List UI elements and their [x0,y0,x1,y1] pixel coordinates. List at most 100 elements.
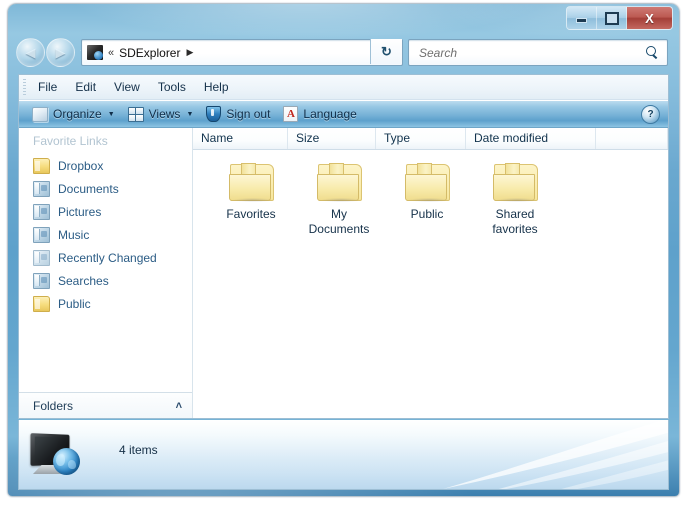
views-label: Views [148,107,181,121]
column-header-size[interactable]: Size [288,128,376,149]
refresh-button[interactable]: ↻ [370,39,402,64]
favorite-links-pane: Favorite Links Dropbox Documents Picture… [19,128,193,418]
sidebar-item-public[interactable]: Public [19,292,192,315]
chevron-down-icon: ▼ [107,110,115,118]
status-bar: 4 items [18,420,669,490]
breadcrumb-chevron-right-icon[interactable]: ▶ [186,47,193,58]
sidebar-item-recently-changed[interactable]: Recently Changed [19,246,192,269]
menu-item-tools[interactable]: Tools [149,78,195,96]
list-item-label: My Documents [308,207,370,236]
item-count-label: 4 items [119,443,158,457]
maximize-icon [604,11,619,25]
breadcrumb-overflow-icon[interactable]: « [108,47,114,59]
list-item[interactable]: Shared favorites [471,162,559,418]
sidebar-item-label: Searches [58,273,109,288]
computer-network-icon [29,432,81,480]
close-icon: X [645,10,654,26]
close-button[interactable]: X [627,7,672,29]
list-item[interactable]: My Documents [295,162,383,418]
refresh-icon: ↻ [381,44,392,59]
sidebar-item-music[interactable]: Music [19,223,192,246]
forward-button[interactable]: ▶ [46,38,75,67]
folder-icon [227,162,275,202]
folder-icon [403,162,451,202]
explorer-window: X ◀ ▶ ▼ « SDExplorer ▶ ▼ ↻ [8,4,679,496]
list-item-label: Public [410,207,444,221]
search-input[interactable] [417,44,631,61]
column-headers: Name Size Type Date modified [193,128,668,150]
sidebar-item-label: Music [58,227,90,242]
status-bar-swoosh-decoration [443,420,668,489]
menu-item-view[interactable]: View [105,78,149,96]
sign-out-label: Sign out [226,107,271,121]
menu-item-help[interactable]: Help [195,78,238,96]
question-mark-icon: ? [647,109,654,120]
command-toolbar: Organize ▼ Views ▼ Sign out A Language ? [19,100,668,128]
body-split: Favorite Links Dropbox Documents Picture… [19,128,668,418]
sidebar-item-documents[interactable]: Documents [19,177,192,200]
menu-item-file[interactable]: File [29,78,66,96]
folder-icon [491,162,539,202]
back-arrow-icon: ◀ [25,45,36,60]
sidebar-item-pictures[interactable]: Pictures [19,200,192,223]
menu-grip-handle[interactable] [23,79,26,95]
music-icon [33,226,50,243]
views-icon [127,106,144,122]
window-caption-buttons: X [566,6,673,30]
sign-out-button[interactable]: Sign out [201,104,275,125]
folders-label: Folders [33,399,74,413]
list-item-label: Favorites [226,207,276,221]
organize-button[interactable]: Organize ▼ [27,104,120,125]
column-header-name[interactable]: Name [193,128,288,149]
forward-arrow-icon: ▶ [55,45,66,60]
sidebar-item-label: Recently Changed [58,250,157,265]
list-item[interactable]: Favorites [207,162,295,418]
sidebar-item-label: Pictures [58,204,102,219]
menu-bar: File Edit View Tools Help [19,75,668,100]
language-label: Language [303,107,357,121]
nav-buttons-group: ◀ ▶ ▼ [16,38,86,67]
chevron-up-icon: ˄ [175,400,182,412]
computer-icon [87,45,103,60]
back-button[interactable]: ◀ [16,38,45,67]
list-item-label: Shared favorites [492,207,538,236]
sidebar-item-label: Public [58,296,91,311]
language-button[interactable]: A Language [278,104,361,125]
menu-item-edit[interactable]: Edit [66,78,105,96]
navigation-row: ◀ ▶ ▼ « SDExplorer ▶ ▼ ↻ [8,32,679,72]
sidebar-item-label: Dropbox [58,158,104,173]
chevron-down-icon: ▼ [186,110,194,118]
public-folder-icon [33,295,50,312]
pictures-icon [33,203,50,220]
sidebar-item-searches[interactable]: Searches [19,269,192,292]
searches-icon [33,272,50,289]
column-header-type[interactable]: Type [376,128,466,149]
list-item[interactable]: Public [383,162,471,418]
organize-label: Organize [53,107,102,121]
client-area: File Edit View Tools Help Organize ▼ Vie… [18,74,669,419]
sidebar-item-dropbox[interactable]: Dropbox [19,154,192,177]
help-button[interactable]: ? [641,105,660,124]
minimize-icon [576,18,587,23]
search-box[interactable] [408,39,668,66]
maximize-button[interactable] [597,7,627,29]
organize-icon [32,106,48,122]
breadcrumb-sdexplorer[interactable]: SDExplorer [119,46,180,60]
folder-icon-grid: Favorites My Documents Public Shared fav… [193,150,668,418]
folder-icon [33,157,50,174]
shield-icon [206,106,222,122]
language-icon: A [283,106,299,122]
minimize-button[interactable] [567,7,597,29]
recently-changed-icon [33,249,50,266]
documents-icon [33,180,50,197]
file-list-pane: Name Size Type Date modified Favorites M… [193,128,668,418]
favorite-links-header: Favorite Links [33,134,108,148]
folder-icon [315,162,363,202]
search-icon [646,46,659,59]
address-bar[interactable]: « SDExplorer ▶ ▼ [81,39,403,66]
column-header-empty[interactable] [596,128,668,149]
views-button[interactable]: Views ▼ [123,104,199,125]
sidebar-item-label: Documents [58,181,119,196]
folders-section-toggle[interactable]: Folders ˄ [19,392,192,418]
column-header-date-modified[interactable]: Date modified [466,128,596,149]
